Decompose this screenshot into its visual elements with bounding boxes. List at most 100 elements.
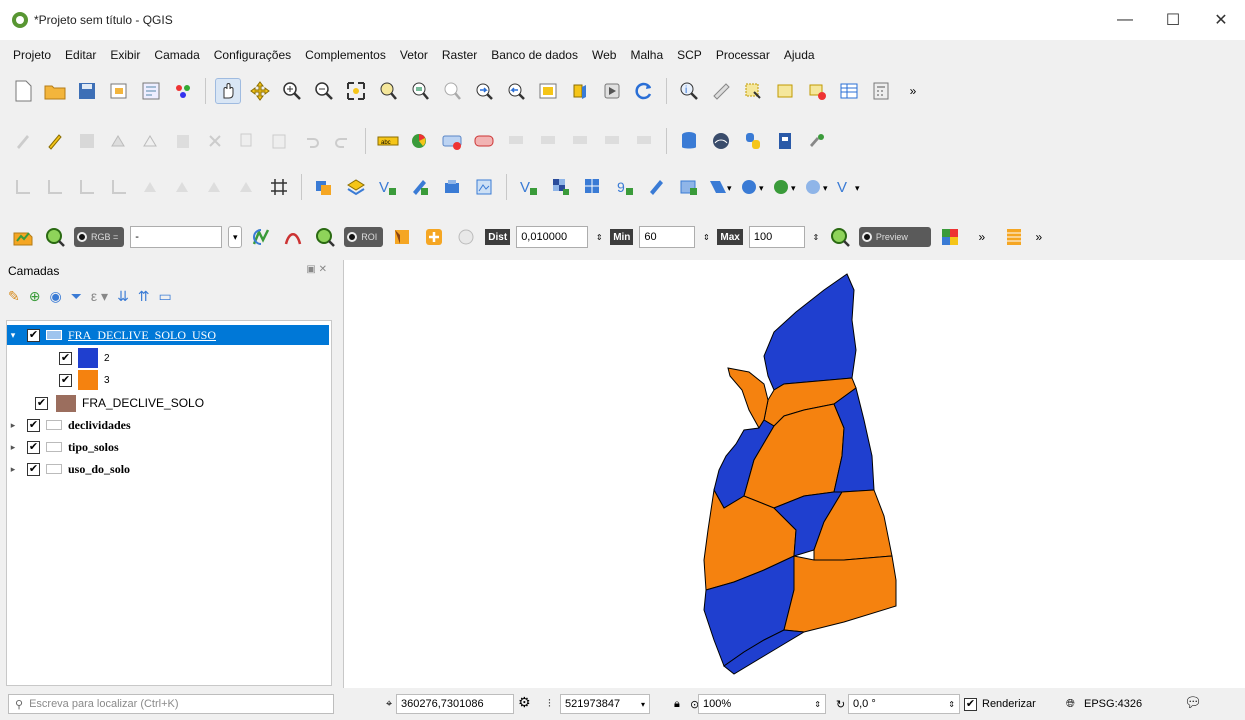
add-wms-icon[interactable] xyxy=(676,174,702,200)
rotate-label-icon[interactable] xyxy=(535,128,561,154)
add-delimited-text-icon[interactable]: 9 xyxy=(612,174,638,200)
roi-pill[interactable]: ROI xyxy=(344,227,384,247)
temporal-controller-icon[interactable] xyxy=(599,78,625,104)
new-map-view-icon[interactable] xyxy=(535,78,561,104)
coordinate-field[interactable]: 360276,7301086 xyxy=(396,694,514,714)
toggle-editing-icon[interactable] xyxy=(42,128,68,154)
minimize-button[interactable]: — xyxy=(1101,0,1149,40)
menu-raster[interactable]: Raster xyxy=(435,48,484,62)
rgb-combobox[interactable]: - xyxy=(130,226,223,248)
zoom-to-preview-icon[interactable] xyxy=(827,224,853,250)
zoom-to-selection-icon[interactable] xyxy=(375,78,401,104)
python-console-icon[interactable] xyxy=(740,128,766,154)
layer-fra-declive-solo[interactable]: ✔ FRA_DECLIVE_SOLO xyxy=(7,393,331,413)
current-edits-icon[interactable] xyxy=(10,128,36,154)
classification-preview-icon[interactable] xyxy=(937,224,963,250)
coordinate-toggle-icon[interactable]: ⚙ xyxy=(518,694,531,711)
redo-roi-icon[interactable] xyxy=(453,224,479,250)
zoom-last-icon[interactable] xyxy=(471,78,497,104)
expand-all-icon[interactable]: ⇊ xyxy=(117,288,129,305)
map-canvas[interactable] xyxy=(343,260,1245,688)
class-visibility-checkbox[interactable]: ✔ xyxy=(59,351,72,365)
collapse-arrow-icon[interactable]: ▾ xyxy=(7,330,19,341)
expand-arrow-icon[interactable]: ▸ xyxy=(7,442,19,453)
refresh-icon[interactable] xyxy=(631,78,657,104)
menu-scp[interactable]: SCP xyxy=(670,48,709,62)
menu-malha[interactable]: Malha xyxy=(623,48,670,62)
vertex-tool-icon[interactable] xyxy=(138,128,164,154)
layer-visibility-checkbox[interactable]: ✔ xyxy=(27,462,40,476)
menu-vetor[interactable]: Vetor xyxy=(393,48,435,62)
redo-icon[interactable] xyxy=(330,128,356,154)
pan-to-selection-icon[interactable] xyxy=(247,78,273,104)
filter-expression-icon[interactable]: ε ▾ xyxy=(91,288,108,305)
zoom-to-input-icon[interactable] xyxy=(42,224,68,250)
add-arcgis-dropdown-icon[interactable]: ▾ xyxy=(804,174,830,200)
add-wfs-dropdown-icon[interactable]: ▾ xyxy=(740,174,766,200)
messages-icon[interactable]: 💬︎ xyxy=(1184,694,1202,711)
menu-complementos[interactable]: Complementos xyxy=(298,48,393,62)
add-wcs-dropdown-icon[interactable]: ▾ xyxy=(772,174,798,200)
save-project-icon[interactable] xyxy=(74,78,100,104)
layout-manager-icon[interactable] xyxy=(138,78,164,104)
copy-features-icon[interactable] xyxy=(234,128,260,154)
label-remove-icon[interactable] xyxy=(471,128,497,154)
layer-visibility-checkbox[interactable]: ✔ xyxy=(27,418,40,432)
min-spinbox[interactable]: 60 xyxy=(639,226,696,248)
web-plugins-icon[interactable] xyxy=(708,128,734,154)
label-toolbar-icon[interactable]: abc xyxy=(375,128,401,154)
local-cumulative-stretch-icon[interactable] xyxy=(248,224,274,250)
close-button[interactable]: ✕ xyxy=(1197,0,1245,40)
expand-arrow-icon[interactable]: ▸ xyxy=(7,464,19,475)
style-manager-icon[interactable] xyxy=(170,78,196,104)
identify-features-icon[interactable]: i xyxy=(676,78,702,104)
add-raster-icon[interactable] xyxy=(311,174,337,200)
grid-icon[interactable] xyxy=(266,174,292,200)
layer-fra-declive-solo-uso[interactable]: ▾ ✔ FRA_DECLIVE_SOLO_USO xyxy=(7,325,329,345)
zoom-native-icon[interactable] xyxy=(439,78,465,104)
add-virtual-raster-icon[interactable] xyxy=(343,174,369,200)
layer-group-tipo-solos[interactable]: ▸ ✔ tipo_solos xyxy=(7,437,331,457)
vertex-delete-icon[interactable] xyxy=(202,174,228,200)
processing-toolbox-icon[interactable] xyxy=(804,128,830,154)
layer-group-declividades[interactable]: ▸ ✔ declividades xyxy=(7,415,331,435)
attribute-table-icon[interactable] xyxy=(836,78,862,104)
min-spin-icon[interactable]: ⇕ xyxy=(701,224,711,250)
menu-camada[interactable]: Camada xyxy=(147,48,206,62)
new-print-layout-icon[interactable] xyxy=(106,78,132,104)
collapse-all-icon[interactable]: ⇈ xyxy=(138,288,150,305)
save-edits-icon[interactable] xyxy=(74,128,100,154)
field-calculator-icon[interactable] xyxy=(868,78,894,104)
band-set-icon[interactable] xyxy=(1001,224,1027,250)
map-polygon-class-3[interactable] xyxy=(727,367,769,429)
menu-projeto[interactable]: Projeto xyxy=(6,48,58,62)
rotation-spinbox[interactable]: 0,0 ° ⇕ xyxy=(848,694,960,714)
new-temp-layer-icon[interactable] xyxy=(471,174,497,200)
database-icon[interactable] xyxy=(676,128,702,154)
style-layer-icon[interactable]: ✎ xyxy=(8,288,20,305)
layer-visibility-checkbox[interactable]: ✔ xyxy=(27,328,40,342)
move-label-icon[interactable] xyxy=(503,128,529,154)
dist-spinbox[interactable]: 0,010000 xyxy=(516,226,589,248)
zoom-full-icon[interactable] xyxy=(343,78,369,104)
new-project-icon[interactable] xyxy=(10,78,36,104)
panel-float-close-icon[interactable]: ▣ ✕ xyxy=(306,264,327,275)
lock-scale-icon[interactable]: 🔒︎ xyxy=(674,698,680,711)
legend-class-2[interactable]: ✔ 2 xyxy=(7,347,331,369)
add-spatialite-icon[interactable] xyxy=(644,174,670,200)
rgb-color-composite-pill[interactable]: RGB = xyxy=(74,227,125,247)
deselect-features-icon[interactable] xyxy=(772,78,798,104)
add-roi-icon[interactable] xyxy=(421,224,447,250)
preview-pill[interactable]: Preview xyxy=(858,227,931,247)
cut-features-icon[interactable] xyxy=(202,128,228,154)
maximize-button[interactable]: ☐ xyxy=(1149,0,1197,40)
layer-visibility-checkbox[interactable]: ✔ xyxy=(35,396,48,410)
vertex-move-icon[interactable] xyxy=(170,174,196,200)
new-shapefile-icon[interactable] xyxy=(407,174,433,200)
local-stddev-stretch-icon[interactable] xyxy=(280,224,306,250)
remove-layer-icon[interactable]: ▭ xyxy=(159,288,172,305)
new-geopackage-icon[interactable] xyxy=(439,174,465,200)
zoom-to-roi-icon[interactable] xyxy=(312,224,338,250)
dist-spin-icon[interactable]: ⇕ xyxy=(594,224,604,250)
class-visibility-checkbox[interactable]: ✔ xyxy=(59,373,72,387)
